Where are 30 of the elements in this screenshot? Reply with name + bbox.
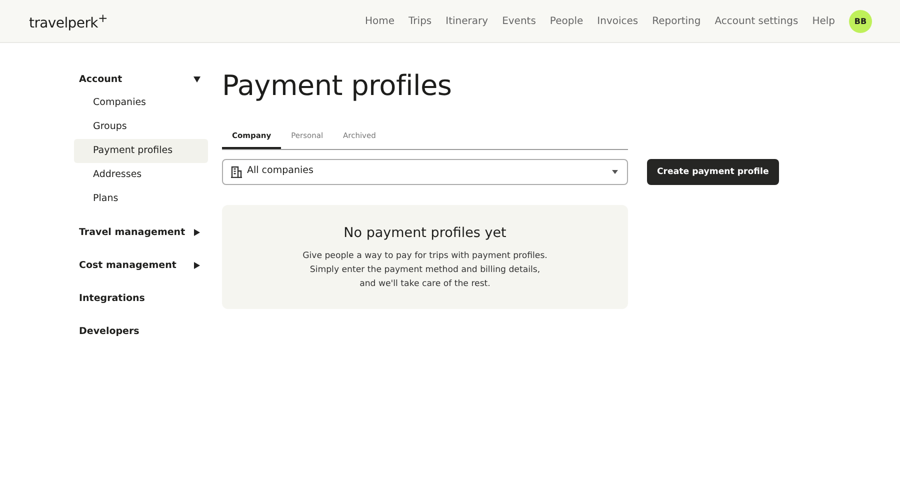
nav-link[interactable]: Itinerary bbox=[446, 16, 488, 26]
logo[interactable]: travelperk$^{+}$ bbox=[29, 10, 108, 32]
sidebar-section[interactable]: Integrations bbox=[74, 286, 208, 310]
empty-state-text: and we'll take care of the rest. bbox=[360, 278, 490, 291]
nav-link[interactable]: Events bbox=[502, 16, 536, 26]
empty-state-text: Give people a way to pay for trips with payment profiles. bbox=[302, 250, 548, 263]
sidebar-item[interactable]: Companies bbox=[74, 91, 208, 115]
nav-link[interactable]: Invoices bbox=[597, 16, 638, 26]
sidebar-item[interactable]: Plans bbox=[74, 187, 208, 211]
sidebar-section[interactable]: Travel management bbox=[74, 220, 208, 244]
sidebar-section[interactable]: Cost management bbox=[74, 253, 208, 277]
sidebar-section[interactable]: Developers bbox=[74, 319, 208, 343]
company-select[interactable]: All companies bbox=[222, 159, 628, 185]
empty-state-text: Simply enter the payment method and billing details, bbox=[310, 264, 540, 277]
caret-icon bbox=[612, 170, 618, 174]
nav-link[interactable]: People bbox=[550, 16, 584, 26]
sidebar-item[interactable]: Payment profiles bbox=[74, 139, 208, 163]
nav-link[interactable]: Help bbox=[812, 16, 835, 26]
create-button[interactable]: Create payment profile bbox=[647, 159, 779, 185]
sidebar-item[interactable]: Groups bbox=[74, 115, 208, 139]
nav-link[interactable]: Account settings bbox=[714, 16, 798, 26]
avatar[interactable]: BB bbox=[849, 10, 872, 32]
nav-link[interactable]: Trips bbox=[408, 16, 432, 26]
building-icon bbox=[231, 166, 242, 178]
sidebar-section[interactable]: Account bbox=[74, 67, 208, 91]
page-title: Payment profiles bbox=[222, 69, 453, 102]
nav-link[interactable]: Reporting bbox=[652, 16, 701, 26]
nav-link[interactable]: Home bbox=[365, 16, 395, 26]
sidebar-item[interactable]: Addresses bbox=[74, 163, 208, 187]
empty-state-title: No payment profiles yet bbox=[344, 225, 506, 241]
